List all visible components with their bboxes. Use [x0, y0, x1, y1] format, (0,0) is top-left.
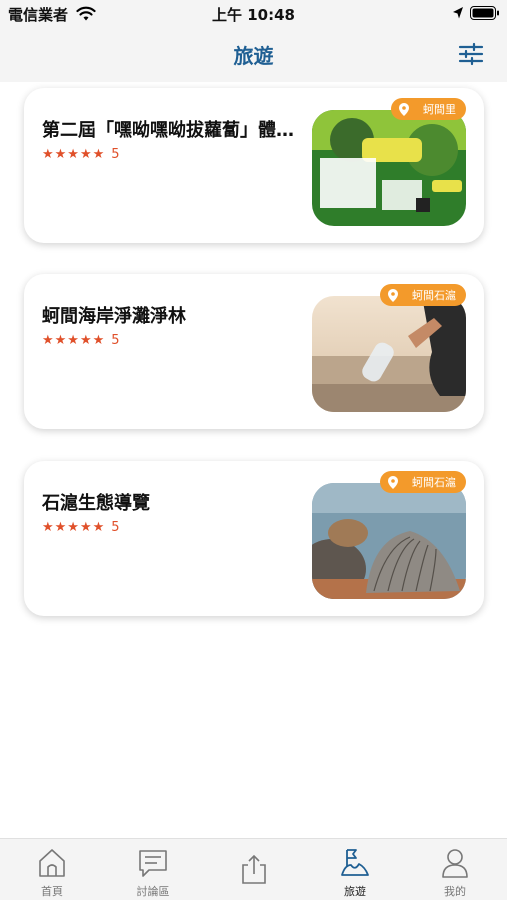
rating: ★★★★★ 5 — [42, 519, 120, 535]
card-title: 蚵間海岸淨灘淨林 — [42, 306, 186, 327]
tab-share[interactable] — [204, 839, 304, 900]
travel-card[interactable]: 第二屆「嘿呦嘿呦拔蘿蔔」體驗活動 ★★★★★ 5 蚵間里 — [24, 88, 484, 243]
oyster-shell-image — [312, 483, 466, 599]
card-title: 石滬生態導覽 — [42, 493, 150, 514]
shell-photo — [312, 483, 466, 599]
tab-label: 首頁 — [41, 885, 63, 898]
page-title: 旅遊 — [233, 44, 274, 68]
chat-icon — [139, 850, 167, 877]
tab-travel[interactable]: 旅遊 — [305, 839, 405, 900]
nav-bar: 旅遊 — [0, 28, 507, 82]
beach-photo — [312, 296, 466, 412]
map-pin-icon — [388, 475, 398, 489]
sliders-icon[interactable] — [458, 42, 484, 66]
rating: ★★★★★ 5 — [42, 332, 120, 348]
location-label: 蚵間石滬 — [412, 289, 456, 302]
status-time: 上午 10:48 — [212, 6, 295, 24]
tab-label: 旅遊 — [344, 885, 366, 898]
status-bar: 電信業者 上午 10:48 — [0, 0, 507, 28]
tab-bar: 首頁 討論區 旅遊 我的 — [0, 838, 507, 900]
card-title: 第二屆「嘿呦嘿呦拔蘿蔔」體驗活動 — [42, 120, 304, 141]
rating: ★★★★★ 5 — [42, 146, 120, 162]
location-label: 蚵間里 — [423, 103, 456, 116]
location-badge: 蚵間里 — [391, 98, 466, 120]
share-icon — [242, 854, 266, 884]
location-badge: 蚵間石滬 — [380, 284, 466, 306]
event-poster-image — [312, 110, 466, 226]
location-label: 蚵間石滬 — [412, 476, 456, 489]
travel-flag-icon — [341, 849, 369, 876]
tab-label: 討論區 — [136, 885, 170, 898]
user-icon — [442, 849, 468, 878]
location-badge: 蚵間石滬 — [380, 471, 466, 493]
location-arrow-icon — [453, 7, 463, 19]
star-rating-icon: ★★★★★ — [42, 332, 106, 348]
home-icon — [39, 849, 65, 877]
beach-cleanup-image — [312, 296, 466, 412]
poster-image — [312, 110, 466, 226]
map-pin-icon — [388, 288, 398, 302]
rating-value: 5 — [111, 332, 120, 348]
tab-forum[interactable]: 討論區 — [103, 839, 203, 900]
star-rating-icon: ★★★★★ — [42, 519, 106, 535]
rating-value: 5 — [111, 519, 120, 535]
tab-home[interactable]: 首頁 — [2, 839, 102, 900]
tab-profile[interactable]: 我的 — [405, 839, 505, 900]
rating-value: 5 — [111, 146, 120, 162]
battery-icon — [470, 6, 499, 20]
travel-card[interactable]: 蚵間海岸淨灘淨林 ★★★★★ 5 蚵間石滬 — [24, 274, 484, 429]
tab-label: 我的 — [444, 885, 466, 898]
map-pin-icon — [399, 102, 409, 116]
star-rating-icon: ★★★★★ — [42, 146, 106, 162]
travel-card[interactable]: 石滬生態導覽 ★★★★★ 5 蚵間石滬 — [24, 461, 484, 616]
